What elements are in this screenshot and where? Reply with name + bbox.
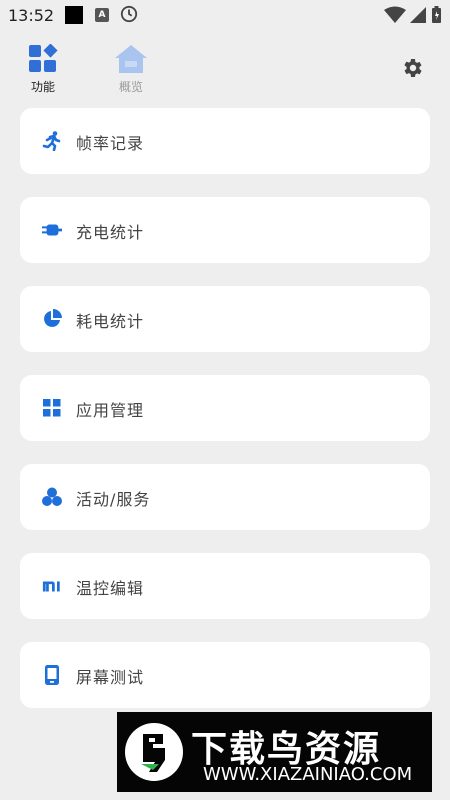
menu-item-label: 充电统计 — [76, 223, 145, 242]
menu-item-label: 屏幕测试 — [76, 668, 145, 687]
tab-overview[interactable]: 概览 — [106, 44, 156, 95]
menu-item-label: 活动/服务 — [76, 490, 151, 509]
menu-item-screen-test[interactable]: 屏幕测试 — [20, 642, 430, 708]
tab-functions[interactable]: 功能 — [18, 44, 68, 95]
menu-list: 帧率记录 充电统计 耗电统计 应用管理 活动/服务 温控编辑 屏幕测试 — [20, 108, 430, 731]
grid-icon — [43, 399, 61, 417]
menu-item-label: 帧率记录 — [76, 134, 145, 153]
phone-screen-icon — [45, 665, 59, 685]
watermark-banner: 下载鸟资源 WWW.XIAZAINIAO.COM — [117, 712, 432, 792]
pie-chart-icon — [44, 309, 62, 327]
circles-icon — [42, 487, 62, 506]
charger-icon — [42, 224, 62, 236]
home-icon — [115, 45, 147, 73]
tab-overview-label: 概览 — [118, 80, 143, 94]
bird-logo-icon — [125, 723, 183, 781]
signal-icon — [410, 7, 426, 23]
notification-square-icon — [65, 6, 83, 24]
menu-item-fps-record[interactable]: 帧率记录 — [20, 108, 430, 174]
menu-item-power-stats[interactable]: 耗电统计 — [20, 286, 430, 352]
status-time: 13:52 — [8, 6, 55, 25]
menu-item-app-manage[interactable]: 应用管理 — [20, 375, 430, 441]
watermark-url: WWW.XIAZAINIAO.COM — [203, 764, 413, 785]
clock-icon — [120, 5, 138, 23]
menu-item-label: 应用管理 — [76, 401, 145, 420]
functions-icon — [29, 44, 58, 72]
mi-logo-icon — [42, 581, 60, 592]
menu-item-label: 温控编辑 — [76, 579, 145, 598]
top-tabs: 功能 概览 — [0, 42, 450, 98]
menu-item-activity-service[interactable]: 活动/服务 — [20, 464, 430, 530]
tab-functions-label: 功能 — [30, 80, 55, 94]
a-badge-icon: A — [95, 8, 109, 22]
menu-item-label: 耗电统计 — [76, 312, 145, 331]
gear-icon[interactable] — [400, 56, 424, 80]
menu-item-thermal-edit[interactable]: 温控编辑 — [20, 553, 430, 619]
running-person-icon — [42, 131, 61, 151]
menu-item-charge-stats[interactable]: 充电统计 — [20, 197, 430, 263]
wifi-icon — [384, 6, 406, 23]
status-bar: 13:52 A — [0, 0, 450, 30]
battery-icon — [432, 6, 441, 23]
